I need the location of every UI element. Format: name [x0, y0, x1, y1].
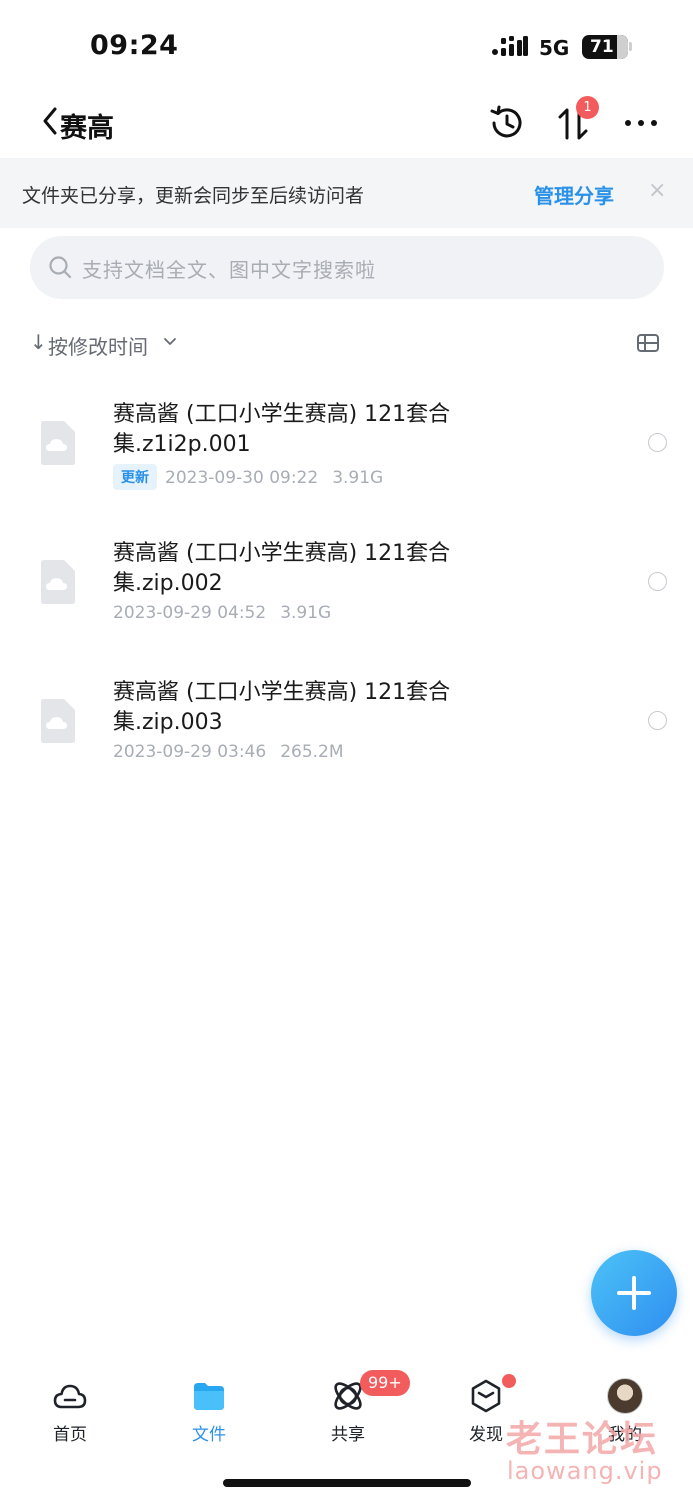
status-time: 09:24 — [90, 30, 179, 61]
file-size: 3.91G — [280, 603, 332, 623]
select-radio[interactable] — [648, 711, 667, 730]
network-type: 5G — [539, 36, 570, 60]
file-name: 赛高酱 (工口小学生赛高) 121套合集.z1i2p.001 — [113, 402, 451, 457]
file-name: 赛高酱 (工口小学生赛高) 121套合集.zip.003 — [113, 680, 451, 735]
share-banner-text: 文件夹已分享，更新会同步至后续访问者 — [22, 185, 365, 207]
back-chevron-icon[interactable] — [38, 104, 62, 138]
list-item[interactable]: 赛高酱 (工口小学生赛高) 121套合集.zip.003 2023-09-29 … — [0, 658, 693, 797]
cloud-file-icon — [41, 699, 75, 743]
history-icon[interactable] — [486, 102, 528, 144]
file-meta: 2023-09-29 03:46 265.2M — [113, 742, 344, 762]
file-size: 265.2M — [280, 742, 344, 762]
cellular-signal-icon — [492, 36, 528, 56]
file-size: 3.91G — [332, 468, 384, 488]
file-date: 2023-09-29 03:46 — [113, 742, 267, 762]
battery-empty — [617, 35, 628, 59]
more-options-icon[interactable] — [620, 104, 662, 142]
sort-arrow-icon: ↓ — [30, 330, 47, 354]
view-toggle-icon[interactable] — [636, 332, 660, 354]
transfer-badge: 1 — [576, 96, 599, 119]
update-badge: 更新 — [113, 464, 157, 490]
file-name: 赛高酱 (工口小学生赛高) 121套合集.zip.002 — [113, 541, 451, 596]
sort-row: ↓ 按修改时间 — [0, 326, 693, 362]
search-placeholder: 支持文档全文、图中文字搜索啦 — [82, 258, 376, 282]
nav-item-home[interactable]: 首页 — [20, 1370, 120, 1450]
discover-box-icon — [471, 1379, 501, 1413]
folder-icon — [194, 1383, 224, 1410]
share-badge: 99+ — [360, 1370, 410, 1396]
watermark-url: laowang.vip — [507, 1457, 663, 1485]
list-item[interactable]: 赛高酱 (工口小学生赛高) 121套合集.zip.002 2023-09-29 … — [0, 519, 693, 658]
file-meta: 更新 2023-09-30 09:22 3.91G — [113, 464, 383, 490]
file-list: 赛高酱 (工口小学生赛高) 121套合集.z1i2p.001 更新 2023-09… — [0, 380, 693, 797]
cloud-file-icon — [41, 560, 75, 604]
file-date: 2023-09-29 04:52 — [113, 603, 267, 623]
page-title: 赛高 — [60, 113, 114, 144]
battery-cap — [629, 42, 632, 51]
close-icon[interactable]: × — [648, 178, 666, 203]
battery-level: 71 — [590, 37, 614, 57]
share-banner: 文件夹已分享，更新会同步至后续访问者 管理分享 × — [0, 158, 693, 228]
nav-label: 首页 — [53, 1425, 87, 1445]
add-button[interactable] — [591, 1250, 677, 1336]
discover-dot-badge — [502, 1374, 516, 1388]
cloud-file-icon — [41, 421, 75, 465]
search-icon — [49, 256, 72, 279]
manage-share-link[interactable]: 管理分享 — [534, 180, 614, 209]
nav-label: 文件 — [192, 1425, 226, 1445]
sort-selector[interactable]: 按修改时间 — [48, 331, 148, 360]
nav-label: 共享 — [331, 1425, 365, 1445]
search-input[interactable]: 支持文档全文、图中文字搜索啦 — [30, 236, 664, 299]
file-date: 2023-09-30 09:22 — [165, 468, 319, 488]
watermark-text: 老王论坛 — [506, 1419, 659, 1460]
status-bar: 09:24 5G 71 — [0, 0, 693, 90]
plus-icon-vertical — [632, 1276, 636, 1310]
list-item[interactable]: 赛高酱 (工口小学生赛高) 121套合集.z1i2p.001 更新 2023-09… — [0, 380, 693, 519]
home-indicator — [223, 1479, 471, 1487]
battery-indicator: 71 — [582, 35, 628, 59]
select-radio[interactable] — [648, 433, 667, 452]
cloud-home-icon — [53, 1384, 87, 1409]
nav-item-files[interactable]: 文件 — [159, 1370, 259, 1450]
select-radio[interactable] — [648, 572, 667, 591]
avatar[interactable] — [607, 1378, 643, 1414]
chevron-down-icon[interactable] — [162, 334, 178, 350]
file-meta: 2023-09-29 04:52 3.91G — [113, 603, 331, 623]
